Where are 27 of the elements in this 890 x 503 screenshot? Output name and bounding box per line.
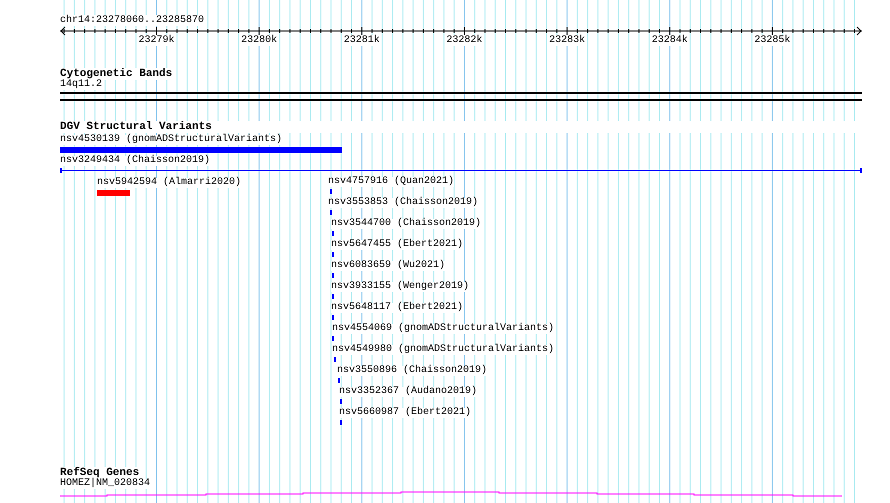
feature-label: nsv3249434 (Chaisson2019) bbox=[60, 156, 210, 166]
location-label: chr14:23278060..23285870 bbox=[60, 15, 204, 26]
band-label: 14q11.2 bbox=[60, 80, 102, 90]
feature-label: nsv5942594 (Almarri2020) bbox=[97, 178, 242, 188]
track-title: RefSeq Genes bbox=[60, 467, 140, 479]
feature-label: nsv3352367 (Audano2019) bbox=[339, 387, 478, 397]
feature-label: nsv3933155 (Wenger2019) bbox=[331, 282, 470, 292]
feature-label: nsv4757916 (Quan2021) bbox=[328, 177, 454, 187]
ruler-tick-label: 23281k bbox=[342, 35, 381, 46]
feature-label: nsv3553853 (Chaisson2019) bbox=[328, 198, 478, 208]
feature-label: nsv3544700 (Chaisson2019) bbox=[331, 219, 482, 229]
feature-label: nsv5648117 (Ebert2021) bbox=[331, 303, 464, 313]
ruler-tick-label: 23283k bbox=[548, 35, 586, 46]
feature-label: nsv3550896 (Chaisson2019) bbox=[337, 366, 488, 376]
feature-label: nsv4549980 (gnomADStructuralVariants) bbox=[332, 345, 554, 355]
feature-label: nsv5660987 (Ebert2021) bbox=[339, 408, 472, 418]
ruler-tick-label: 23284k bbox=[650, 35, 689, 46]
feature-label: nsv4530139 (gnomADStructuralVariants) bbox=[60, 135, 282, 145]
track-title: Cytogenetic Bands bbox=[60, 68, 172, 80]
gene-label: HOMEZ|NM_020834 bbox=[60, 479, 150, 489]
ruler-tick-label: 23282k bbox=[445, 35, 484, 46]
feature-label: nsv5647455 (Ebert2021) bbox=[331, 240, 464, 250]
feature-label: nsv6083659 (Wu2021) bbox=[331, 261, 446, 271]
ruler-tick-label: 23280k bbox=[240, 35, 278, 46]
ruler-tick-label: 23279k bbox=[137, 35, 176, 46]
feature-label: nsv4554069 (gnomADStructuralVariants) bbox=[332, 324, 554, 334]
ruler-tick-label: 23285k bbox=[753, 35, 792, 46]
